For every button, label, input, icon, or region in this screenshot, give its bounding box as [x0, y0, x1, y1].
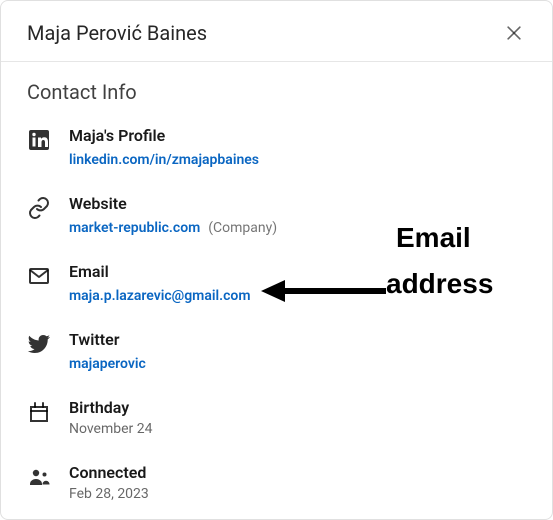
connected-label: Connected [69, 463, 526, 482]
linkedin-icon [27, 128, 51, 152]
dialog-title: Maja Perović Baines [27, 21, 207, 45]
contact-item-birthday: Birthday November 24 [27, 386, 526, 451]
website-link[interactable]: market-republic.com [69, 220, 200, 236]
profile-label: Maja's Profile [69, 126, 526, 145]
link-icon [27, 196, 51, 220]
contact-item-website: Website market-republic.com (Company) [27, 182, 526, 250]
contact-list: Maja's Profile linkedin.com/in/zmajapbai… [1, 114, 552, 516]
twitter-link[interactable]: majaperovic [69, 356, 146, 372]
twitter-icon [27, 332, 51, 356]
close-button[interactable] [500, 19, 528, 47]
birthday-label: Birthday [69, 398, 526, 417]
profile-link[interactable]: linkedin.com/in/zmajapbaines [69, 152, 259, 168]
email-link[interactable]: maja.p.lazarevic@gmail.com [69, 288, 251, 304]
x-icon [504, 23, 524, 43]
contact-item-connected: Connected Feb 28, 2023 [27, 451, 526, 516]
twitter-label: Twitter [69, 330, 526, 349]
website-label: Website [69, 194, 526, 213]
email-label: Email [69, 262, 526, 281]
contact-item-twitter: Twitter majaperovic [27, 318, 526, 386]
people-icon [27, 465, 51, 489]
connected-value: Feb 28, 2023 [69, 486, 526, 502]
contact-item-email: Email maja.p.lazarevic@gmail.com [27, 250, 526, 318]
section-title: Contact Info [1, 62, 552, 114]
dialog-header: Maja Perović Baines [1, 1, 552, 62]
contact-item-profile: Maja's Profile linkedin.com/in/zmajapbai… [27, 114, 526, 182]
birthday-value: November 24 [69, 421, 526, 437]
website-note: (Company) [208, 220, 277, 236]
calendar-icon [27, 400, 51, 424]
envelope-icon [27, 264, 51, 288]
